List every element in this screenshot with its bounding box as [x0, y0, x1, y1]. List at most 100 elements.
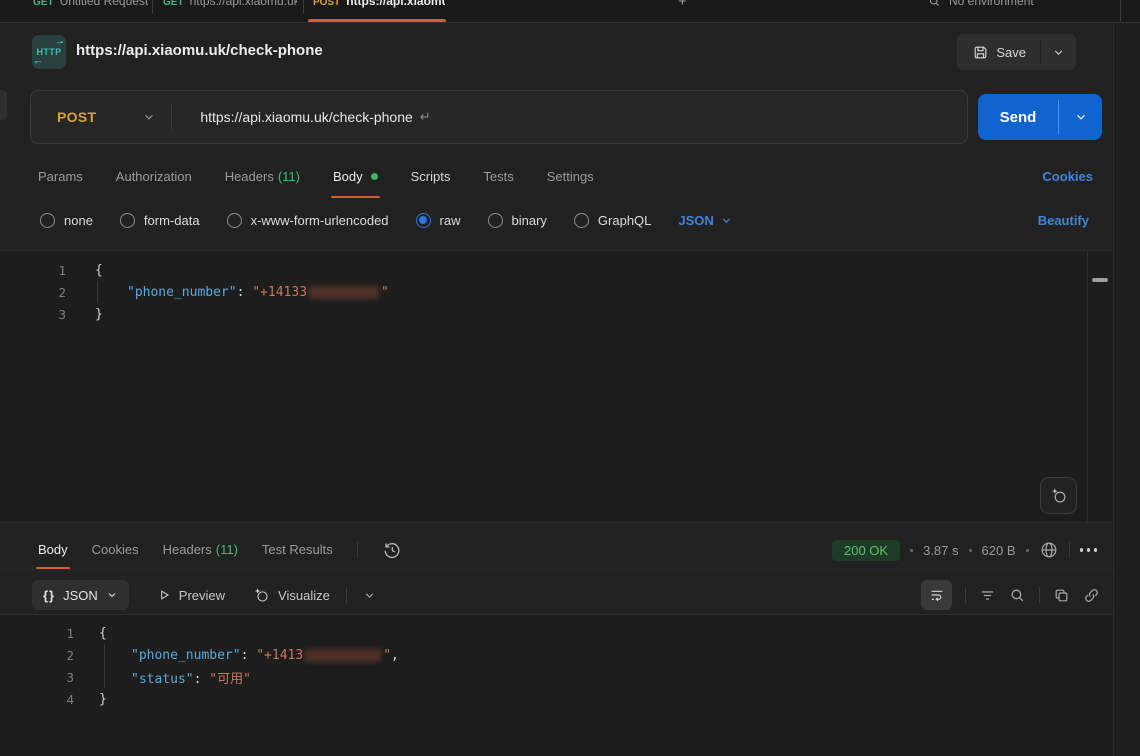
code-line: 2 "phone_number": "+1413", — [0, 644, 1113, 666]
radio-icon — [227, 213, 242, 228]
radio-none[interactable]: none — [40, 213, 93, 228]
language-selector[interactable]: JSON — [678, 213, 732, 228]
redacted-phone-digits — [305, 649, 381, 662]
wrap-text-button[interactable] — [921, 580, 952, 610]
line-number: 2 — [0, 648, 74, 663]
radio-graphql[interactable]: GraphQL — [574, 213, 651, 228]
save-options-button[interactable] — [1041, 34, 1076, 70]
tab-title: https://api.xiaomu.uk/ch — [190, 0, 297, 8]
response-format-selector[interactable]: {} JSON — [32, 580, 129, 610]
editor-scrollbar-track[interactable] — [1087, 251, 1112, 522]
tab-response-headers[interactable]: Headers(11) — [163, 530, 238, 569]
json-key: "status" — [131, 672, 194, 687]
headers-count-badge: (11) — [216, 542, 238, 557]
search-icon[interactable] — [1009, 587, 1026, 604]
right-sidebar-rail — [1113, 23, 1140, 756]
radio-binary[interactable]: binary — [488, 213, 547, 228]
link-icon[interactable] — [1083, 587, 1100, 604]
line-number: 4 — [0, 692, 74, 707]
tab-response-cookies[interactable]: Cookies — [92, 530, 139, 569]
code-line: 3 } — [0, 303, 1113, 325]
json-string-value: "可用" — [209, 672, 251, 687]
visualize-button[interactable]: Visualize — [253, 587, 330, 604]
tab-body[interactable]: Body — [333, 155, 378, 198]
radio-x-www-form-urlencoded[interactable]: x-www-form-urlencoded — [227, 213, 389, 228]
code-line: 3 "status": "可用" — [0, 666, 1113, 688]
filter-icon[interactable] — [979, 587, 996, 604]
magic-wand-button[interactable] — [1040, 477, 1077, 514]
request-body-editor[interactable]: 1 { 2 "phone_number": "+14133" 3 } — [0, 250, 1113, 523]
request-tab-active[interactable]: POST https://api.xiaomu.uk/c — [313, 0, 445, 8]
chevron-down-icon — [1074, 110, 1088, 124]
more-options-icon[interactable] — [1080, 548, 1098, 552]
code-line: 4 } — [0, 688, 1113, 710]
globe-icon[interactable] — [1039, 540, 1059, 560]
history-icon[interactable] — [382, 540, 402, 560]
code-line: 1 { — [0, 259, 1113, 281]
response-status-group: 200 OK 3.87 s 620 B — [832, 530, 1097, 570]
chevron-down-icon — [720, 214, 733, 227]
cookies-link[interactable]: Cookies — [1042, 155, 1093, 198]
request-tab-1[interactable]: GETUntitled Request — [33, 0, 148, 8]
copy-icon[interactable] — [1053, 587, 1070, 604]
chevron-down-icon[interactable] — [142, 110, 156, 124]
tab-settings[interactable]: Settings — [547, 155, 594, 198]
url-input[interactable]: https://api.xiaomu.uk/check-phone — [200, 109, 412, 125]
response-body-editor[interactable]: 1 { 2 "phone_number": "+1413", 3 "status… — [0, 614, 1113, 756]
radio-icon — [40, 213, 55, 228]
tab-scripts[interactable]: Scripts — [411, 155, 451, 198]
tab-title: https://api.xiaomu.uk/c — [346, 0, 445, 8]
code-line: 2 "phone_number": "+14133" — [0, 281, 1113, 303]
braces-icon: {} — [43, 588, 55, 603]
new-tab-button[interactable]: + — [678, 0, 687, 10]
send-options-button[interactable] — [1059, 94, 1102, 140]
tab-headers[interactable]: Headers(11) — [225, 155, 300, 198]
method-badge: POST — [313, 0, 340, 8]
beautify-link[interactable]: Beautify — [1038, 202, 1089, 238]
request-tab-2[interactable]: GEThttps://api.xiaomu.uk/ch — [163, 0, 297, 8]
editor-scrollbar-thumb[interactable] — [1092, 278, 1108, 282]
return-icon: ↵ — [420, 109, 431, 125]
sidebar-collapse-handle[interactable] — [0, 90, 7, 120]
redacted-phone-digits — [309, 286, 379, 299]
chevron-down-icon — [106, 589, 118, 601]
separator-dot — [1026, 549, 1029, 552]
chevron-down-icon — [1052, 46, 1065, 59]
indent-guide — [104, 644, 105, 688]
tab-params[interactable]: Params — [38, 155, 83, 198]
status-badge[interactable]: 200 OK — [832, 540, 900, 561]
line-number: 3 — [0, 307, 66, 322]
separator-dot — [969, 549, 972, 552]
tab-authorization[interactable]: Authorization — [116, 155, 192, 198]
body-modified-dot — [371, 173, 378, 180]
search-icon — [928, 0, 941, 8]
tab-response-body[interactable]: Body — [38, 530, 68, 569]
divider — [346, 587, 347, 603]
response-time[interactable]: 3.87 s — [923, 543, 958, 558]
chevron-down-icon[interactable] — [363, 589, 376, 602]
preview-button[interactable]: Preview — [157, 588, 225, 603]
response-editor-actions — [921, 578, 1100, 612]
request-title: https://api.xiaomu.uk/check-phone — [76, 42, 323, 59]
divider — [1039, 587, 1040, 603]
json-string-value: "+14133 — [252, 285, 307, 300]
tab-test-results[interactable]: Test Results — [262, 530, 333, 569]
line-number: 2 — [0, 285, 66, 300]
response-size[interactable]: 620 B — [982, 543, 1016, 558]
radio-icon-selected — [416, 213, 431, 228]
headers-count-badge: (11) — [278, 169, 300, 184]
tab-tests[interactable]: Tests — [483, 155, 513, 198]
tab-title: Untitled Request — [60, 0, 149, 8]
send-label[interactable]: Send — [978, 94, 1058, 140]
line-number: 1 — [0, 626, 74, 641]
save-button[interactable]: Save — [957, 34, 1076, 70]
method-selector[interactable]: POST — [57, 109, 96, 125]
radio-form-data[interactable]: form-data — [120, 213, 200, 228]
postman-window: GETUntitled Request GEThttps://api.xiaom… — [0, 0, 1140, 756]
url-container: POST https://api.xiaomu.uk/check-phone ↵ — [30, 90, 968, 144]
send-button[interactable]: Send — [978, 94, 1102, 140]
divider — [1069, 542, 1070, 558]
radio-icon — [120, 213, 135, 228]
environment-selector[interactable]: No environment — [928, 0, 1034, 8]
radio-raw[interactable]: raw — [416, 213, 461, 228]
